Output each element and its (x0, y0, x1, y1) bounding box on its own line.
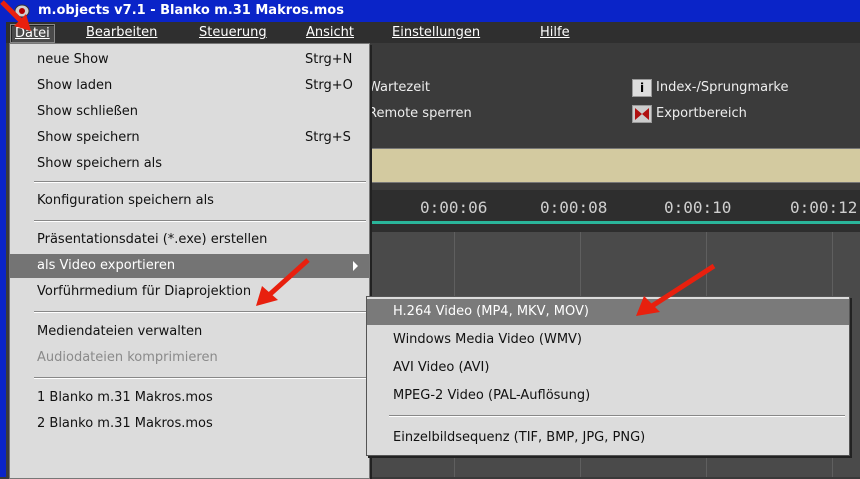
menu-item-praesentationsdatei[interactable]: Präsentationsdatei (*.exe) erstellen (10, 228, 369, 252)
shortcut-label: Strg+N (305, 52, 353, 67)
ruler-tick: 0:00:12 (790, 198, 858, 217)
menu-item-label: als Video exportieren (37, 258, 176, 273)
menu-item-label: Einzelbildsequenz (TIF, BMP, JPG, PNG) (393, 430, 646, 445)
menu-item-label: Präsentationsdatei (*.exe) erstellen (37, 232, 268, 247)
window-title: m.objects v7.1 - Blanko m.31 Makros.mos (38, 3, 344, 18)
submenu-arrow-icon (353, 261, 358, 271)
menu-separator (34, 181, 366, 183)
red-annotation-arrow-icon (636, 263, 716, 316)
datei-menu: neue Show Strg+N Show laden Strg+O Show … (9, 43, 370, 479)
menu-item-label: Audiodateien komprimieren (37, 350, 218, 365)
menu-item-vorfuehrmedium[interactable]: Vorführmedium für Diaprojektion (10, 280, 369, 304)
menu-item-audiodateien: Audiodateien komprimieren (10, 346, 369, 370)
menu-item-video-export[interactable]: als Video exportieren (10, 254, 369, 278)
toolbar-exportbereich[interactable]: Exportbereich (656, 106, 747, 121)
menu-item-show-speichern-als[interactable]: Show speichern als (10, 152, 369, 176)
menu-item-label: neue Show (37, 52, 109, 67)
submenu-item-einzelbild[interactable]: Einzelbildsequenz (TIF, BMP, JPG, PNG) (367, 425, 849, 451)
video-export-submenu: H.264 Video (MP4, MKV, MOV) Windows Medi… (366, 296, 850, 456)
timeline-ruler[interactable]: 0:00:06 0:00:08 0:00:10 0:00:12 (368, 190, 860, 232)
menu-item-label: MPEG-2 Video (PAL-Auflösung) (393, 388, 591, 403)
menu-item-show-laden[interactable]: Show laden Strg+O (10, 74, 369, 98)
menu-item-label: Windows Media Video (WMV) (393, 332, 583, 347)
shortcut-label: Strg+S (305, 130, 351, 145)
menu-item-label: Show schließen (37, 104, 139, 119)
menu-item-konfiguration[interactable]: Konfiguration speichern als (10, 189, 369, 213)
submenu-item-avi[interactable]: AVI Video (AVI) (367, 355, 849, 381)
submenu-item-h264[interactable]: H.264 Video (MP4, MKV, MOV) (367, 299, 849, 325)
toolbar-wartezeit[interactable]: Wartezeit (368, 80, 430, 95)
menu-item-label: 1 Blanko m.31 Makros.mos (37, 390, 213, 405)
menu-bearbeiten[interactable]: Bearbeiten (82, 24, 161, 41)
ruler-tick: 0:00:10 (664, 198, 732, 217)
toolbar-remote[interactable]: Remote sperren (368, 106, 472, 121)
menu-separator (34, 220, 366, 222)
menu-separator (34, 377, 366, 379)
timeline-line (368, 221, 860, 224)
export-range-icon[interactable] (632, 105, 652, 123)
title-bar: m.objects v7.1 - Blanko m.31 Makros.mos (4, 0, 860, 22)
menu-item-label: Konfiguration speichern als (37, 193, 214, 208)
menu-item-recent-1[interactable]: 1 Blanko m.31 Makros.mos (10, 386, 369, 410)
submenu-item-wmv[interactable]: Windows Media Video (WMV) (367, 327, 849, 353)
menu-separator (34, 311, 366, 313)
menu-item-label: Show laden (37, 78, 113, 93)
menu-einstellungen[interactable]: Einstellungen (388, 24, 484, 41)
menu-item-label: AVI Video (AVI) (393, 360, 490, 375)
toolbar-index-marke[interactable]: Index-/Sprungmarke (656, 80, 788, 95)
track-strip (368, 148, 860, 183)
menu-hilfe[interactable]: Hilfe (536, 24, 574, 41)
menu-item-label: Vorführmedium für Diaprojektion (37, 284, 252, 299)
menu-item-recent-2[interactable]: 2 Blanko m.31 Makros.mos (10, 412, 369, 436)
menu-bar: Datei Bearbeiten Steuerung Ansicht Einst… (6, 22, 860, 44)
red-annotation-arrow-icon (256, 258, 310, 306)
menu-item-label: Show speichern als (37, 156, 163, 171)
ruler-tick: 0:00:06 (420, 198, 488, 217)
menu-item-neue-show[interactable]: neue Show Strg+N (10, 48, 369, 72)
menu-steuerung[interactable]: Steuerung (195, 24, 271, 41)
menu-ansicht[interactable]: Ansicht (302, 24, 358, 41)
menu-item-label: Mediendateien verwalten (37, 324, 203, 339)
submenu-item-mpeg2[interactable]: MPEG-2 Video (PAL-Auflösung) (367, 383, 849, 409)
menu-item-label: H.264 Video (MP4, MKV, MOV) (393, 304, 589, 319)
shortcut-label: Strg+O (305, 78, 353, 93)
info-icon[interactable]: i (632, 79, 652, 97)
menu-item-label: 2 Blanko m.31 Makros.mos (37, 416, 213, 431)
red-annotation-arrow-icon (0, 0, 31, 31)
menu-item-show-speichern[interactable]: Show speichern Strg+S (10, 126, 369, 150)
menu-separator (389, 415, 845, 417)
ruler-tick: 0:00:08 (540, 198, 608, 217)
menu-item-mediendateien[interactable]: Mediendateien verwalten (10, 320, 369, 344)
menu-item-label: Show speichern (37, 130, 140, 145)
menu-item-show-schliessen[interactable]: Show schließen (10, 100, 369, 124)
